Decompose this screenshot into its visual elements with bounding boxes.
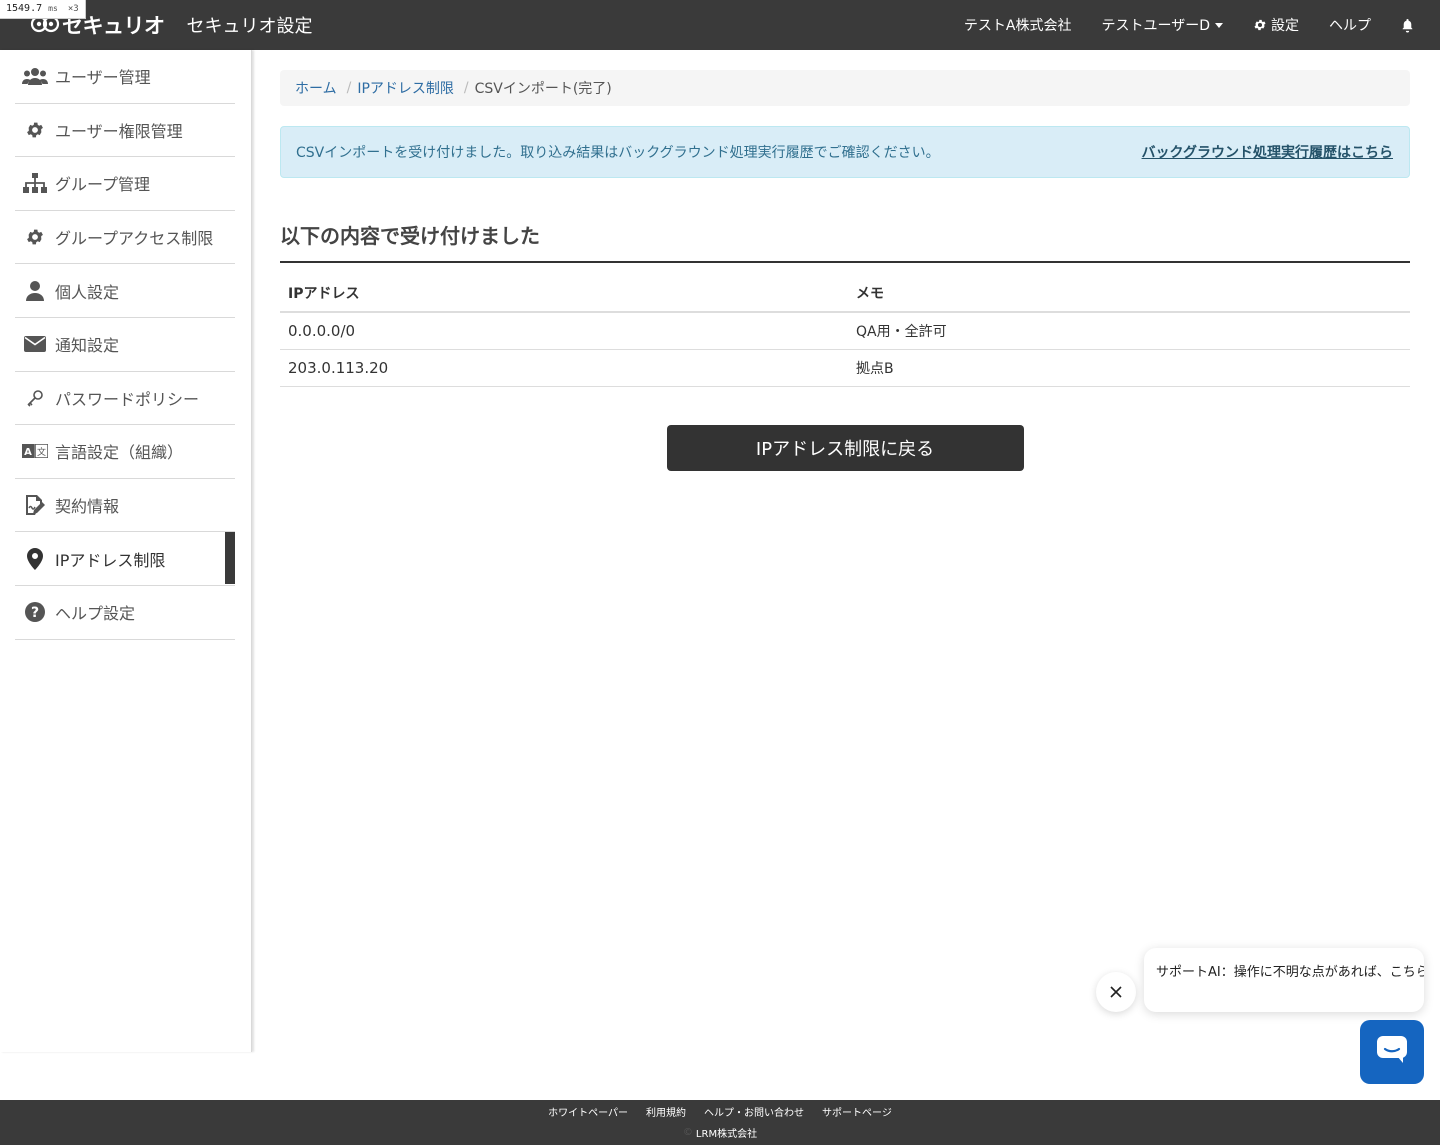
alert-message: CSVインポートを受け付けました。取り込み結果はバックグラウンド処理実行履歴でご… [296, 145, 940, 161]
info-alert: CSVインポートを受け付けました。取り込み結果はバックグラウンド処理実行履歴でご… [280, 126, 1410, 178]
footer-links: ホワイトペーパー 利用規約 ヘルプ・お問い合わせ サポートページ [0, 1100, 1440, 1119]
footer-link-terms[interactable]: 利用規約 [646, 1104, 686, 1119]
map-marker-icon [15, 547, 55, 570]
main-content: ホーム / IPアドレス制限 / CSVインポート(完了) CSVインポートを受… [280, 50, 1410, 471]
sidebar-item-contract-info[interactable]: 契約情報 [15, 479, 235, 533]
user-icon [15, 280, 55, 301]
users-icon [15, 67, 55, 86]
gear-icon [15, 120, 55, 140]
chat-message-bubble[interactable]: サポートAI：操作に不明な点があれば、こちらからお気軽にご質問ください。 [1144, 948, 1424, 1012]
sidebar-item-label: グループアクセス制限 [55, 229, 214, 249]
sidebar-item-label: 通知設定 [55, 336, 120, 356]
sidebar-item-label: 契約情報 [55, 497, 120, 517]
table-row: 203.0.113.20 拠点B [280, 349, 1410, 387]
sidebar-item-password-policy[interactable]: パスワードポリシー [15, 372, 235, 426]
caret-down-icon [1215, 22, 1223, 28]
back-button-container: IPアドレス制限に戻る [280, 425, 1410, 471]
sitemap-icon [15, 173, 55, 194]
bell-icon [1401, 18, 1414, 33]
background-history-link[interactable]: バックグラウンド処理実行履歴はこちら [1142, 142, 1393, 162]
copyright-symbol: © [682, 1127, 693, 1138]
breadcrumb-ip-restriction[interactable]: IPアドレス制限 [357, 78, 454, 98]
sidebar-item-label: パスワードポリシー [55, 389, 200, 409]
table-header-row: IPアドレス メモ [280, 275, 1410, 313]
sidebar-item-label: 個人設定 [55, 282, 120, 302]
sidebar-item-user-management[interactable]: ユーザー管理 [15, 50, 235, 104]
cell-memo: 拠点B [848, 349, 1410, 387]
chat-dismiss-button[interactable] [1096, 972, 1136, 1012]
chat-message: サポートAI：操作に不明な点があれば、こちらからお気軽にご質問ください。 [1156, 965, 1424, 980]
sidebar-item-label: ヘルプ設定 [55, 604, 136, 624]
sidebar-menu: ユーザー管理 ユーザー権限管理 グループ管理 グループアクセス制限 個人設定 通… [15, 50, 235, 640]
footer: ホワイトペーパー 利用規約 ヘルプ・お問い合わせ サポートページ © LRM株式… [0, 1100, 1440, 1145]
company-name[interactable]: テストA株式会社 [964, 15, 1072, 35]
sidebar-item-label: グループ管理 [55, 175, 151, 195]
back-to-ip-restriction-button[interactable]: IPアドレス制限に戻る [666, 425, 1024, 471]
sidebar-item-personal-settings[interactable]: 個人設定 [15, 264, 235, 318]
footer-link-support[interactable]: サポートページ [822, 1104, 892, 1119]
svg-text:文: 文 [37, 446, 46, 458]
footer-copyright: © LRM株式会社 [0, 1125, 1440, 1140]
column-header-ip: IPアドレス [280, 275, 848, 313]
breadcrumb-current: CSVインポート(完了) [474, 81, 612, 97]
user-menu[interactable]: テストユーザーD [1101, 15, 1223, 35]
cell-memo: QA用・全許可 [848, 312, 1410, 350]
envelope-icon [15, 336, 55, 353]
ip-table: IPアドレス メモ 0.0.0.0/0 QA用・全許可 203.0.113.20… [280, 275, 1410, 387]
footer-link-help-contact[interactable]: ヘルプ・お問い合わせ [704, 1104, 804, 1119]
perf-badge: 1549.7 ms ×3 [0, 0, 86, 19]
settings-label: 設定 [1271, 18, 1299, 34]
perf-value: 1549.7 [6, 3, 43, 14]
perf-unit: ms [48, 4, 58, 13]
sidebar-item-notification-settings[interactable]: 通知設定 [15, 318, 235, 372]
top-header: セキュリオ セキュリオ設定 テストA株式会社 テストユーザーD 設定 ヘルプ [0, 0, 1440, 50]
sidebar-item-label: IPアドレス制限 [55, 550, 166, 570]
question-circle-icon: ? [15, 602, 55, 623]
company-copyright: LRM株式会社 [695, 1129, 758, 1140]
app-title: セキュリオ設定 [186, 16, 313, 37]
sidebar: ユーザー管理 ユーザー権限管理 グループ管理 グループアクセス制限 個人設定 通… [0, 50, 252, 1052]
chat-icon [1377, 1036, 1407, 1068]
help-link[interactable]: ヘルプ [1329, 15, 1371, 35]
settings-link[interactable]: 設定 [1253, 15, 1299, 35]
sidebar-item-label: ユーザー権限管理 [55, 121, 183, 141]
sidebar-item-ip-restriction[interactable]: IPアドレス制限 [15, 532, 235, 586]
sidebar-item-label: ユーザー管理 [55, 68, 151, 88]
breadcrumb: ホーム / IPアドレス制限 / CSVインポート(完了) [280, 70, 1410, 106]
breadcrumb-separator: / [463, 80, 469, 96]
cell-ip: 203.0.113.20 [280, 349, 848, 387]
column-header-memo: メモ [848, 275, 1410, 313]
sidebar-item-group-access[interactable]: グループアクセス制限 [15, 211, 235, 265]
gear-icon [1253, 18, 1267, 32]
sidebar-item-label: 言語設定（組織） [55, 443, 184, 463]
key-icon [15, 389, 55, 407]
chat-launcher-button[interactable] [1360, 1020, 1424, 1084]
perf-multiplier: ×3 [67, 4, 79, 14]
sidebar-item-user-permissions[interactable]: ユーザー権限管理 [15, 104, 235, 158]
user-name: テストユーザーD [1101, 18, 1211, 34]
sidebar-item-language-settings[interactable]: A文 言語設定（組織） [15, 425, 235, 479]
close-icon [1110, 983, 1122, 1002]
contract-icon [15, 494, 55, 516]
language-icon: A文 [15, 444, 55, 459]
footer-link-whitepaper[interactable]: ホワイトペーパー [548, 1104, 628, 1119]
top-nav: テストA株式会社 テストユーザーD 設定 ヘルプ [964, 0, 1414, 50]
breadcrumb-home[interactable]: ホーム [295, 78, 337, 98]
svg-text:A: A [24, 447, 32, 458]
notifications-button[interactable] [1401, 18, 1414, 33]
gear-icon [15, 227, 55, 247]
table-row: 0.0.0.0/0 QA用・全許可 [280, 312, 1410, 350]
sidebar-item-group-management[interactable]: グループ管理 [15, 157, 235, 211]
sidebar-item-help-settings[interactable]: ? ヘルプ設定 [15, 586, 235, 640]
cell-ip: 0.0.0.0/0 [280, 312, 848, 350]
svg-text:?: ? [31, 605, 39, 621]
section-title: 以下の内容で受け付けました [280, 220, 1410, 263]
breadcrumb-separator: / [346, 80, 352, 96]
